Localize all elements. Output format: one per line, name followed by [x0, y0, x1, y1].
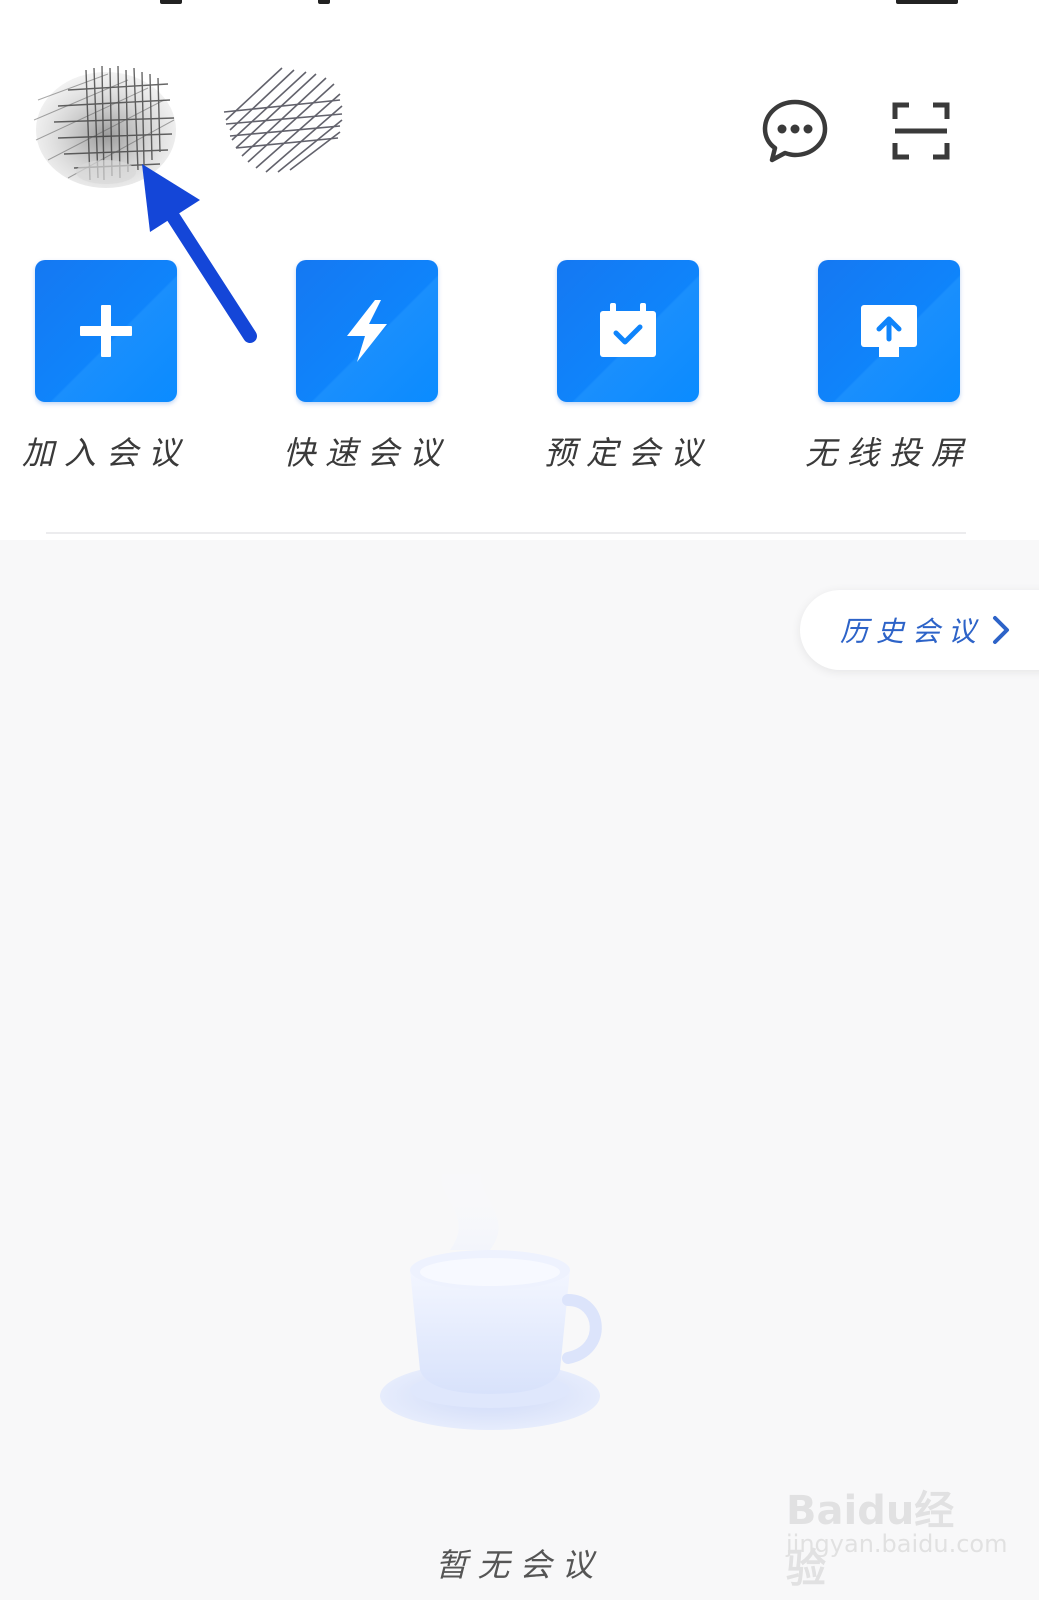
wireless-cast-button[interactable]: 无线投屏 — [789, 260, 989, 474]
schedule-meeting-button[interactable]: 预定会议 — [528, 260, 728, 474]
username-redacted — [222, 60, 344, 175]
action-tile[interactable] — [296, 260, 438, 402]
action-tile[interactable] — [557, 260, 699, 402]
action-label: 预定会议 — [543, 434, 712, 472]
status-bar-remnant — [896, 0, 958, 4]
action-label: 无线投屏 — [804, 434, 973, 472]
divider — [46, 532, 966, 534]
plus-icon — [80, 305, 132, 357]
quick-meeting-button[interactable]: 快速会议 — [267, 260, 467, 474]
status-bar-remnant — [318, 0, 330, 4]
action-label: 快速会议 — [282, 434, 451, 472]
action-label: 加入会议 — [21, 434, 190, 472]
history-label: 历史会议 — [840, 615, 985, 648]
status-bar-remnant — [160, 0, 182, 4]
calendar-check-icon — [600, 303, 656, 357]
action-tile[interactable] — [818, 260, 960, 402]
watermark: Baidu经验 jingyan.baidu.com — [786, 1460, 1007, 1592]
history-meetings-button[interactable]: 历史会议 — [800, 590, 1039, 670]
chat-bubble-icon[interactable] — [758, 94, 832, 168]
chevron-right-icon — [990, 614, 1012, 646]
lightning-icon — [347, 300, 387, 362]
watermark-url: jingyan.baidu.com — [786, 1530, 1008, 1558]
join-meeting-button[interactable]: 加入会议 — [6, 260, 206, 474]
screen-share-icon — [861, 305, 917, 357]
action-tile[interactable] — [35, 260, 177, 402]
scan-icon[interactable] — [884, 94, 958, 168]
profile-avatar[interactable] — [28, 60, 178, 190]
coffee-cup-icon — [380, 1150, 640, 1450]
header-panel: 加入会议 快速会议 预定会议 无线投屏 — [0, 0, 1039, 540]
